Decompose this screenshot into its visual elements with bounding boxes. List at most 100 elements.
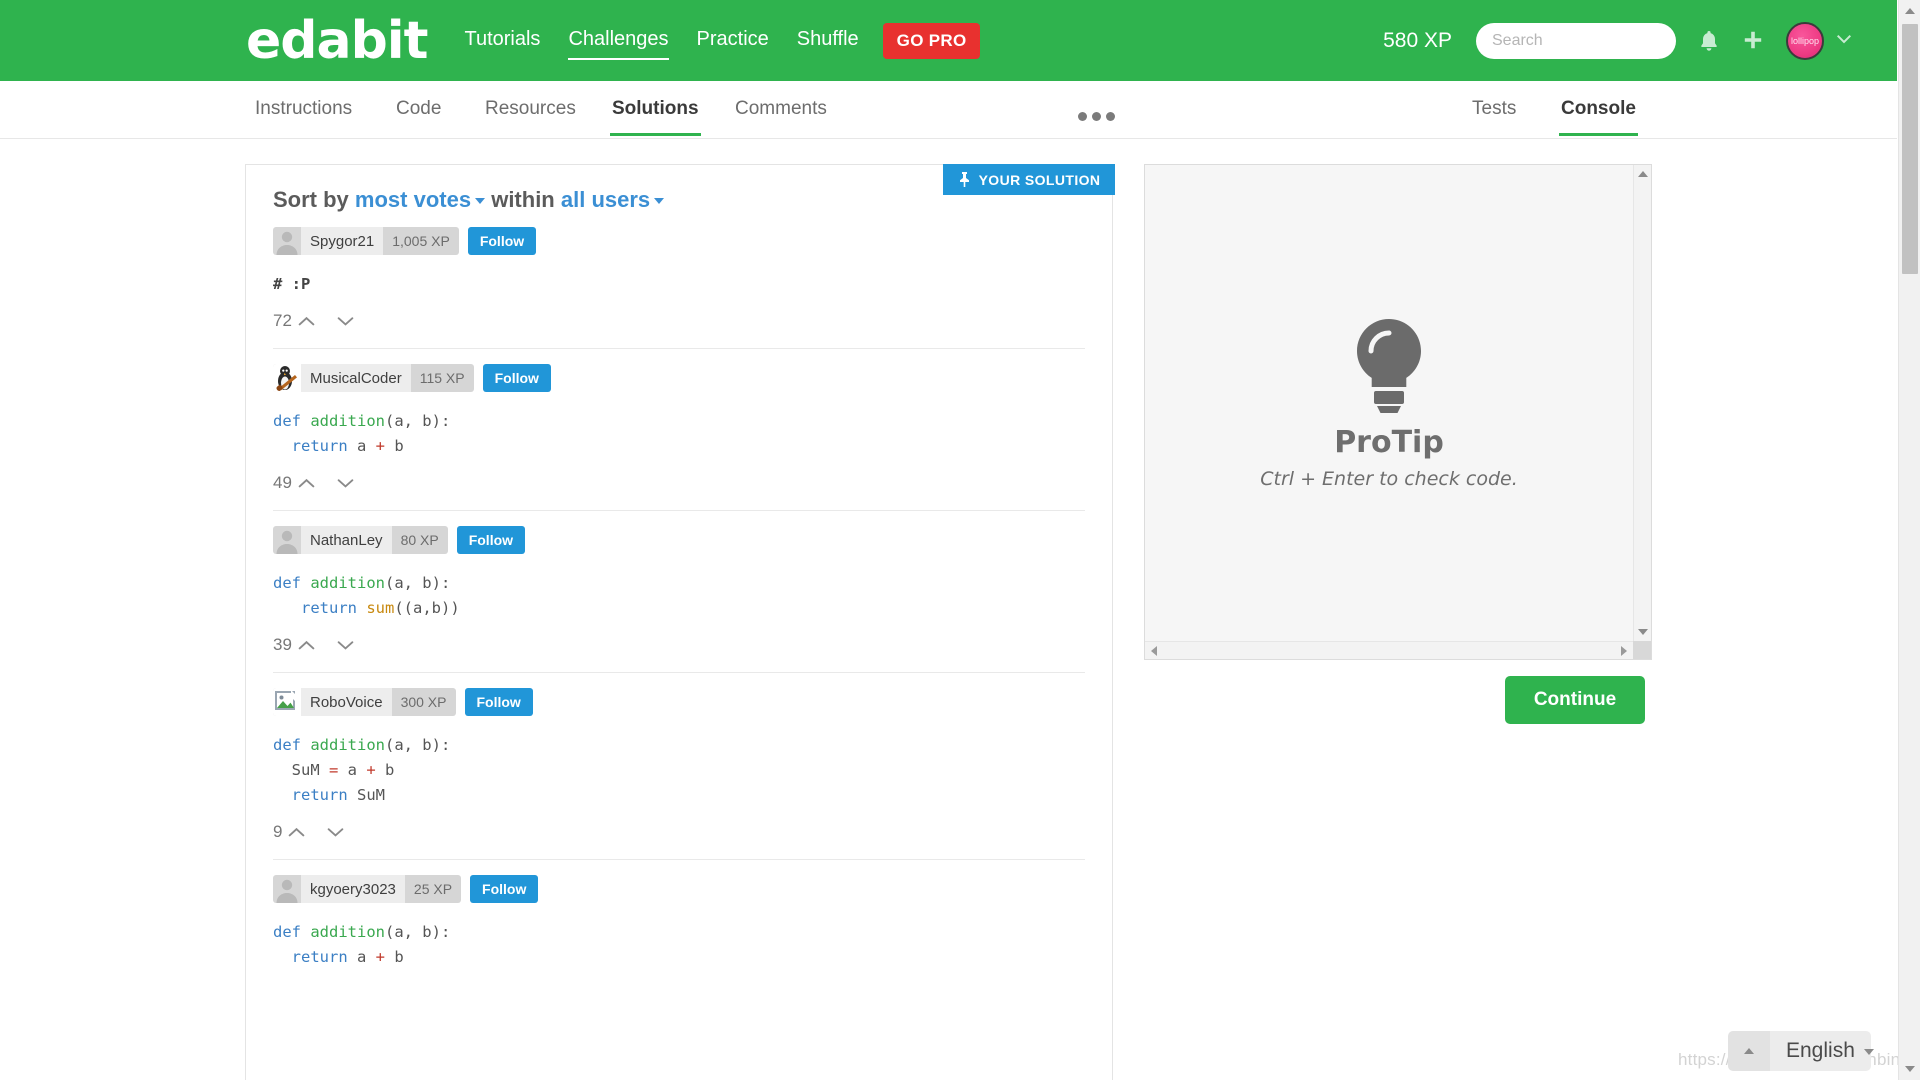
your-solution-button[interactable]: YOUR SOLUTION: [943, 164, 1115, 195]
main-nav-links: Tutorials Challenges Practice Shuffle GO…: [464, 22, 981, 60]
vote-row: 49: [273, 473, 1085, 510]
edabit-logo[interactable]: edabit: [246, 15, 428, 67]
author-chip[interactable]: RoboVoice 300 XP: [273, 688, 456, 716]
vote-row: 39: [273, 635, 1085, 672]
tab-tests[interactable]: Tests: [1472, 98, 1516, 120]
top-navigation-bar: edabit Tutorials Challenges Practice Shu…: [0, 0, 1897, 81]
upvote-chevron-up-icon[interactable]: [298, 316, 315, 327]
protip-block: ProTip Ctrl + Enter to check code.: [1145, 165, 1633, 641]
vote-count: 49: [273, 473, 292, 492]
solutions-list: Spygor21 1,005 XP Follow # :P 72 MusicalCoder…: [246, 213, 1112, 980]
tab-solutions[interactable]: Solutions: [610, 98, 701, 136]
nav-link-practice[interactable]: Practice: [697, 28, 769, 54]
nav-link-shuffle[interactable]: Shuffle: [797, 28, 859, 54]
upvote-chevron-up-icon[interactable]: [288, 827, 305, 838]
author-chip[interactable]: Spygor21 1,005 XP: [273, 227, 459, 255]
continue-button[interactable]: Continue: [1505, 676, 1645, 724]
solution-author-row: RoboVoice 300 XP Follow: [273, 673, 1085, 716]
solution-author-row: NathanLey 80 XP Follow: [273, 511, 1085, 554]
tab-comments[interactable]: Comments: [735, 98, 827, 120]
chevron-down-icon[interactable]: [1836, 32, 1852, 50]
console-vertical-scrollbar[interactable]: [1633, 165, 1651, 641]
nav-link-tutorials[interactable]: Tutorials: [464, 28, 540, 54]
page-scroll-up-icon[interactable]: [1899, 0, 1920, 22]
tab-console[interactable]: Console: [1559, 98, 1638, 136]
solution-item: MusicalCoder 115 XP Follow def addition(a, …: [246, 349, 1112, 510]
downvote-chevron-down-icon[interactable]: [337, 640, 354, 651]
solution-code: def addition(a, b): return sum((a,b)): [273, 574, 460, 617]
page-vertical-scrollbar[interactable]: [1898, 0, 1920, 1080]
solutions-list-panel: Sort by most votes within all users Spyg…: [245, 164, 1113, 1080]
author-chip[interactable]: NathanLey 80 XP: [273, 526, 448, 554]
author-username[interactable]: kgyoery3023: [301, 875, 405, 903]
tab-instructions[interactable]: Instructions: [255, 98, 352, 120]
author-xp: 300 XP: [391, 688, 456, 716]
search-input[interactable]: [1492, 31, 1660, 50]
within-label: within: [491, 187, 555, 212]
author-username[interactable]: NathanLey: [301, 526, 392, 554]
upvote-chevron-up-icon[interactable]: [298, 478, 315, 489]
language-expand-down-icon[interactable]: [1864, 1049, 1874, 1073]
nav-right-cluster: 580 XP lollipop: [1383, 21, 1897, 60]
author-chip[interactable]: MusicalCoder 115 XP: [273, 364, 474, 392]
go-pro-button[interactable]: GO PRO: [882, 22, 981, 59]
add-plus-icon[interactable]: [1742, 30, 1764, 52]
search-box[interactable]: [1476, 22, 1676, 59]
downvote-chevron-down-icon[interactable]: [337, 478, 354, 489]
default-person-avatar: [273, 875, 301, 903]
your-solution-label: YOUR SOLUTION: [978, 171, 1101, 188]
console-scroll-right-icon[interactable]: [1615, 642, 1633, 660]
protip-title: ProTip: [1334, 424, 1444, 460]
challenge-tab-bar: Instructions Code Resources Solutions Co…: [0, 81, 1897, 139]
console-scroll-left-icon[interactable]: [1145, 642, 1163, 660]
page-scroll-down-icon[interactable]: [1899, 1058, 1920, 1080]
console-horizontal-scrollbar[interactable]: [1145, 641, 1651, 659]
notification-bell-icon[interactable]: [1698, 29, 1720, 53]
upvote-chevron-up-icon[interactable]: [298, 640, 315, 651]
pin-icon: [959, 172, 969, 187]
tab-resources[interactable]: Resources: [485, 98, 576, 120]
console-scroll-down-icon[interactable]: [1634, 623, 1652, 641]
penguin-guitar-avatar: [273, 364, 301, 392]
language-selector[interactable]: English: [1728, 1031, 1871, 1071]
vote-count: 72: [273, 311, 292, 330]
solution-item: NathanLey 80 XP Follow def addition(a, b): …: [246, 511, 1112, 672]
tab-code[interactable]: Code: [396, 98, 441, 120]
author-chip[interactable]: kgyoery3023 25 XP: [273, 875, 462, 903]
solution-code: def addition(a, b): SuM = a + b return S…: [273, 736, 451, 804]
user-avatar[interactable]: lollipop: [1786, 21, 1824, 60]
console-scroll-up-icon[interactable]: [1634, 165, 1652, 183]
solution-code: # :P: [273, 275, 311, 293]
vote-row: 9: [273, 822, 1085, 859]
lightbulb-icon: [1357, 318, 1421, 413]
sort-value-dropdown[interactable]: most votes: [355, 187, 471, 212]
follow-button[interactable]: Follow: [482, 364, 551, 392]
author-username[interactable]: Spygor21: [301, 227, 384, 255]
author-username[interactable]: MusicalCoder: [301, 364, 411, 392]
user-xp-label: 580 XP: [1383, 28, 1452, 52]
console-output-panel: ProTip Ctrl + Enter to check code.: [1144, 164, 1652, 660]
protip-subtitle: Ctrl + Enter to check code.: [1260, 467, 1518, 490]
avatar-label: lollipop: [1790, 35, 1820, 46]
author-username[interactable]: RoboVoice: [301, 688, 392, 716]
downvote-chevron-down-icon[interactable]: [327, 827, 344, 838]
sort-chevron-down-icon[interactable]: [475, 198, 486, 205]
within-value-dropdown[interactable]: all users: [561, 187, 650, 212]
language-label[interactable]: English: [1770, 1031, 1871, 1071]
follow-button[interactable]: Follow: [470, 875, 539, 903]
page-scrollbar-thumb[interactable]: [1902, 24, 1918, 274]
follow-button[interactable]: Follow: [464, 688, 533, 716]
solution-code: def addition(a, b): return a + b: [273, 412, 451, 455]
follow-button[interactable]: Follow: [456, 526, 526, 554]
solution-item: kgyoery3023 25 XP Follow def addition(a, b)…: [246, 860, 1112, 980]
language-collapse-up-icon[interactable]: [1728, 1031, 1770, 1071]
solution-author-row: Spygor21 1,005 XP Follow: [273, 213, 1085, 255]
within-chevron-down-icon[interactable]: [654, 198, 665, 205]
default-person-avatar: [273, 526, 301, 554]
more-options-dots-icon[interactable]: [1078, 112, 1115, 121]
author-xp: 1,005 XP: [383, 227, 459, 255]
nav-link-challenges[interactable]: Challenges: [568, 28, 669, 60]
follow-button[interactable]: Follow: [467, 227, 537, 255]
downvote-chevron-down-icon[interactable]: [337, 316, 354, 327]
solution-author-row: kgyoery3023 25 XP Follow: [273, 860, 1085, 903]
